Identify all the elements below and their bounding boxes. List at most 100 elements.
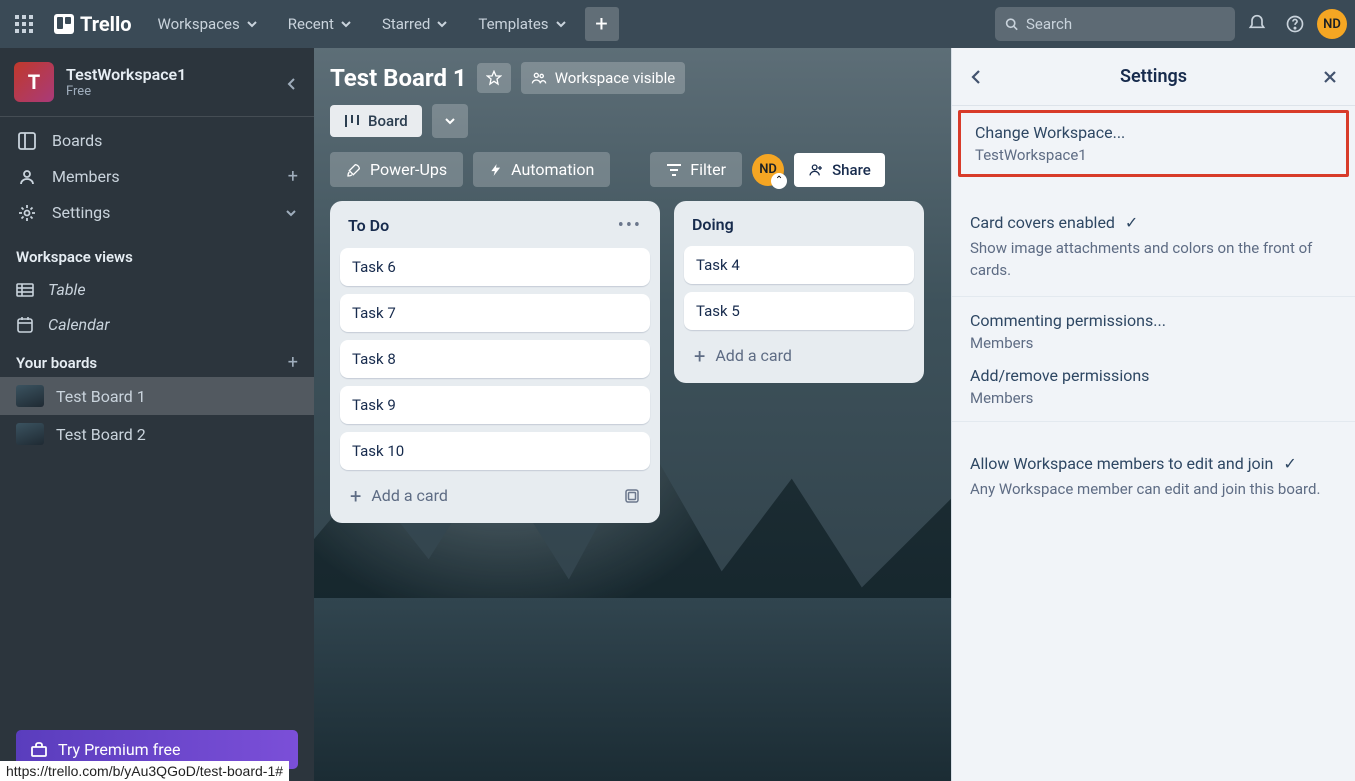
nav-workspaces[interactable]: Workspaces (146, 9, 270, 39)
template-icon[interactable] (624, 488, 640, 504)
sidebar-view-label: Calendar (48, 315, 110, 334)
list: Doing Task 4 Task 5 + Add a card (674, 201, 924, 383)
board-view-icon (344, 114, 360, 128)
trello-logo[interactable]: Trello (46, 12, 140, 36)
list: To Do ••• Task 6 Task 7 Task 8 Task 9 Task 1… (330, 201, 660, 523)
settings-back-button[interactable] (968, 68, 986, 86)
members-icon (16, 168, 38, 186)
search-box[interactable] (995, 7, 1235, 41)
card[interactable]: Task 5 (684, 292, 914, 330)
card[interactable]: Task 7 (340, 294, 650, 332)
briefcase-icon (30, 741, 48, 759)
settings-close-button[interactable] (1321, 68, 1339, 86)
visibility-button[interactable]: Workspace visible (521, 62, 686, 94)
rocket-icon (346, 162, 362, 178)
card[interactable]: Task 10 (340, 432, 650, 470)
create-button[interactable]: + (585, 7, 619, 41)
chevron-down-icon (443, 114, 457, 128)
apps-menu-button[interactable] (8, 8, 40, 40)
sidebar-item-boards[interactable]: Boards (0, 123, 314, 158)
help-icon (1285, 14, 1305, 34)
commenting-permissions-option[interactable]: Commenting permissions... Members Add/re… (952, 297, 1355, 422)
search-icon (1005, 16, 1018, 32)
close-icon (1321, 68, 1339, 86)
gear-icon (16, 204, 38, 222)
board-member[interactable]: ND ⌃ (752, 154, 784, 186)
help-button[interactable] (1279, 8, 1311, 40)
sidebar-view-calendar[interactable]: Calendar (0, 307, 314, 342)
filter-label: Filter (690, 160, 726, 179)
status-bar-url: https://trello.com/b/yAu3QGoD/test-board… (0, 761, 289, 781)
member-badge-icon: ⌃ (771, 173, 787, 189)
sidebar-board-item[interactable]: Test Board 2 (0, 415, 314, 453)
card[interactable]: Task 8 (340, 340, 650, 378)
bell-icon (1247, 14, 1267, 34)
card[interactable]: Task 4 (684, 246, 914, 284)
add-card-button[interactable]: + Add a card (340, 478, 650, 513)
automation-button[interactable]: Automation (473, 152, 610, 187)
view-switcher-button[interactable]: Board (330, 105, 422, 137)
chevron-left-icon (968, 68, 986, 86)
workspace-header[interactable]: T TestWorkspace1 Free (0, 48, 314, 117)
trello-board-icon (54, 14, 74, 34)
nav-templates[interactable]: Templates (466, 9, 578, 39)
plus-icon: + (694, 349, 705, 363)
collapse-sidebar-button[interactable] (278, 70, 306, 98)
view-options-button[interactable] (432, 104, 468, 138)
sidebar-item-label: Settings (52, 203, 110, 222)
add-member-button[interactable]: + (288, 166, 298, 187)
settings-header: Settings (952, 48, 1355, 106)
card-covers-option[interactable]: Card covers enabled ✓ Show image attachm… (952, 199, 1355, 297)
nav-recent[interactable]: Recent (276, 9, 364, 39)
notifications-button[interactable] (1241, 8, 1273, 40)
allow-workspace-label: Allow Workspace members to edit and join… (970, 454, 1337, 473)
chevron-down-icon (284, 206, 298, 220)
sidebar-item-members[interactable]: Members + (0, 158, 314, 195)
add-card-button[interactable]: + Add a card (684, 338, 914, 373)
table-icon (16, 281, 34, 299)
sidebar-item-label: Boards (52, 131, 102, 150)
list-title[interactable]: Doing (692, 215, 906, 234)
people-icon (531, 70, 547, 86)
apps-grid-icon (15, 15, 33, 33)
sidebar-item-settings[interactable]: Settings (0, 195, 314, 230)
add-board-button[interactable]: + (288, 352, 298, 373)
commenting-value: Members (970, 334, 1337, 352)
nav-starred[interactable]: Starred (370, 9, 460, 39)
powerups-button[interactable]: Power-Ups (330, 152, 463, 187)
board-thumb-icon (16, 423, 44, 445)
star-icon (486, 70, 502, 86)
sidebar-view-label: Table (48, 280, 86, 299)
chevron-left-icon (284, 76, 300, 92)
filter-button[interactable]: Filter (650, 152, 742, 187)
search-input[interactable] (1026, 15, 1225, 33)
add-card-label: Add a card (371, 486, 448, 505)
card[interactable]: Task 6 (340, 248, 650, 286)
chevron-down-icon (246, 18, 258, 30)
settings-title: Settings (1120, 66, 1187, 87)
share-button[interactable]: Share (794, 153, 885, 187)
account-avatar[interactable]: ND (1317, 9, 1347, 39)
list-menu-button[interactable]: ••• (618, 215, 642, 236)
change-workspace-option[interactable]: Change Workspace... TestWorkspace1 (958, 110, 1349, 177)
your-boards-heading: Your boards (16, 354, 97, 372)
change-workspace-value: TestWorkspace1 (975, 146, 1332, 164)
board-thumb-icon (16, 385, 44, 407)
chevron-down-icon (555, 18, 567, 30)
commenting-label: Commenting permissions... (970, 311, 1337, 330)
board-label: Test Board 2 (56, 425, 146, 444)
check-icon: ✓ (1125, 213, 1138, 232)
sidebar-board-item[interactable]: Test Board 1 (0, 377, 314, 415)
change-workspace-label: Change Workspace... (975, 123, 1332, 142)
card[interactable]: Task 9 (340, 386, 650, 424)
chevron-down-icon (436, 18, 448, 30)
star-board-button[interactable] (477, 63, 511, 93)
list-title[interactable]: To Do (348, 216, 618, 235)
board-title[interactable]: Test Board 1 (330, 64, 467, 92)
visibility-label: Workspace visible (555, 69, 676, 87)
bolt-icon (489, 162, 503, 178)
allow-workspace-option[interactable]: Allow Workspace members to edit and join… (952, 440, 1355, 515)
sidebar-view-table[interactable]: Table (0, 272, 314, 307)
view-label: Board (368, 112, 408, 130)
chevron-down-icon (340, 18, 352, 30)
